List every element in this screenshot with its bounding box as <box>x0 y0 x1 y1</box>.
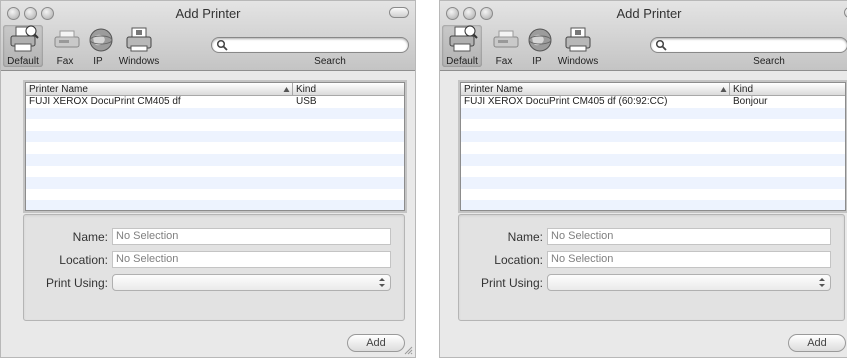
windows-tool-button[interactable]: Windows <box>117 25 161 67</box>
empty-row <box>461 119 845 131</box>
print-using-select[interactable] <box>112 274 391 291</box>
add-printer-window-bonjour: Add Printer Default Fax IP Windows Searc… <box>439 0 847 358</box>
printer-name-cell: FUJI XEROX DocuPrint CM405 df (60:92:CC) <box>464 96 668 107</box>
fax-tool-button[interactable]: Fax <box>490 25 519 67</box>
search-label: Search <box>753 56 785 67</box>
empty-row <box>26 189 404 201</box>
empty-row <box>26 177 404 189</box>
default-tool-button[interactable]: Default <box>3 25 43 67</box>
ip-globe-icon <box>89 28 113 52</box>
printer-kind-cell: USB <box>296 96 317 107</box>
sort-ascending-icon <box>720 87 727 92</box>
fax-icon <box>493 30 519 48</box>
empty-row <box>26 142 404 154</box>
add-printer-window-usb: Add Printer Default Fax IP Windows Searc… <box>0 0 416 358</box>
window-title: Add Printer <box>175 6 241 21</box>
location-field[interactable]: No Selection <box>112 251 391 268</box>
ip-tool-button[interactable]: IP <box>524 25 552 67</box>
empty-row <box>461 153 845 166</box>
empty-row <box>461 130 845 143</box>
print-using-label: Print Using: <box>480 276 543 290</box>
column-printer-name[interactable]: Printer Name <box>29 83 88 96</box>
ip-label: IP <box>93 56 103 67</box>
default-printer-icon <box>10 25 39 52</box>
printer-name-cell: FUJI XEROX DocuPrint CM405 df <box>29 96 181 107</box>
sort-ascending-icon <box>283 87 290 92</box>
print-using-select[interactable] <box>547 274 831 291</box>
search-input[interactable] <box>211 37 409 53</box>
printer-info-panel: Name: No Selection Location: No Selectio… <box>458 214 845 321</box>
fax-label: Fax <box>56 56 74 67</box>
fax-icon <box>54 30 80 48</box>
column-divider[interactable] <box>292 83 293 96</box>
printer-rows: FUJI XEROX DocuPrint CM405 df USB <box>26 96 404 210</box>
empty-row <box>26 153 404 166</box>
location-label: Location: <box>59 253 108 267</box>
printer-list: Printer Name Kind FUJI XEROX DocuPrint C… <box>460 82 846 211</box>
empty-row <box>461 166 845 178</box>
printer-kind-cell: Bonjour <box>733 96 768 107</box>
empty-row <box>461 107 845 120</box>
printer-row[interactable]: FUJI XEROX DocuPrint CM405 df (60:92:CC)… <box>461 96 845 108</box>
ip-tool-button[interactable]: IP <box>85 25 113 67</box>
popup-arrows-icon <box>379 278 385 287</box>
location-field[interactable]: No Selection <box>547 251 831 268</box>
location-label: Location: <box>494 253 543 267</box>
empty-row <box>26 130 404 143</box>
default-label: Default <box>446 56 478 67</box>
search-area: Search <box>211 37 409 67</box>
empty-row <box>461 189 845 201</box>
windows-label: Windows <box>557 56 599 67</box>
resize-grip-icon[interactable] <box>404 346 413 355</box>
empty-row <box>461 177 845 189</box>
printer-list-header: Printer Name Kind <box>26 83 404 96</box>
search-icon <box>216 39 228 51</box>
printer-list-header: Printer Name Kind <box>461 83 845 96</box>
window-title: Add Printer <box>616 6 682 21</box>
fax-label: Fax <box>495 56 513 67</box>
printer-rows: FUJI XEROX DocuPrint CM405 df (60:92:CC)… <box>461 96 845 210</box>
column-divider[interactable] <box>729 83 730 96</box>
fax-tool-button[interactable]: Fax <box>51 25 80 67</box>
search-icon <box>655 39 667 51</box>
printer-list: Printer Name Kind FUJI XEROX DocuPrint C… <box>25 82 405 211</box>
empty-row <box>26 166 404 178</box>
ip-globe-icon <box>528 28 552 52</box>
empty-row <box>461 200 845 210</box>
popup-arrows-icon <box>819 278 825 287</box>
search-label: Search <box>314 56 346 67</box>
default-printer-icon <box>449 25 478 52</box>
default-tool-button[interactable]: Default <box>442 25 482 67</box>
title-toolbar: Add Printer Default Fax IP Windows Searc… <box>440 1 847 71</box>
windows-tool-button[interactable]: Windows <box>556 25 600 67</box>
empty-row <box>26 119 404 131</box>
column-printer-name[interactable]: Printer Name <box>464 83 523 96</box>
printer-info-panel: Name: No Selection Location: No Selectio… <box>23 214 405 321</box>
windows-label: Windows <box>118 56 160 67</box>
empty-row <box>26 107 404 120</box>
windows-printer-icon <box>126 27 152 52</box>
name-label: Name: <box>72 230 108 244</box>
ip-label: IP <box>532 56 542 67</box>
title-toolbar: Add Printer Default Fax IP Windows Searc… <box>1 1 415 71</box>
name-field[interactable]: No Selection <box>547 228 831 245</box>
name-field[interactable]: No Selection <box>112 228 391 245</box>
add-button[interactable]: Add <box>347 334 405 352</box>
windows-printer-icon <box>565 27 591 52</box>
default-label: Default <box>7 56 39 67</box>
empty-row <box>461 142 845 154</box>
column-kind[interactable]: Kind <box>733 83 753 96</box>
printer-row[interactable]: FUJI XEROX DocuPrint CM405 df USB <box>26 96 404 108</box>
search-input[interactable] <box>650 37 847 53</box>
print-using-label: Print Using: <box>45 276 108 290</box>
name-label: Name: <box>507 230 543 244</box>
toolbar-toggle-button[interactable] <box>389 7 409 18</box>
search-area: Search <box>650 37 847 67</box>
column-kind[interactable]: Kind <box>296 83 316 96</box>
empty-row <box>26 200 404 210</box>
add-button[interactable]: Add <box>788 334 846 352</box>
